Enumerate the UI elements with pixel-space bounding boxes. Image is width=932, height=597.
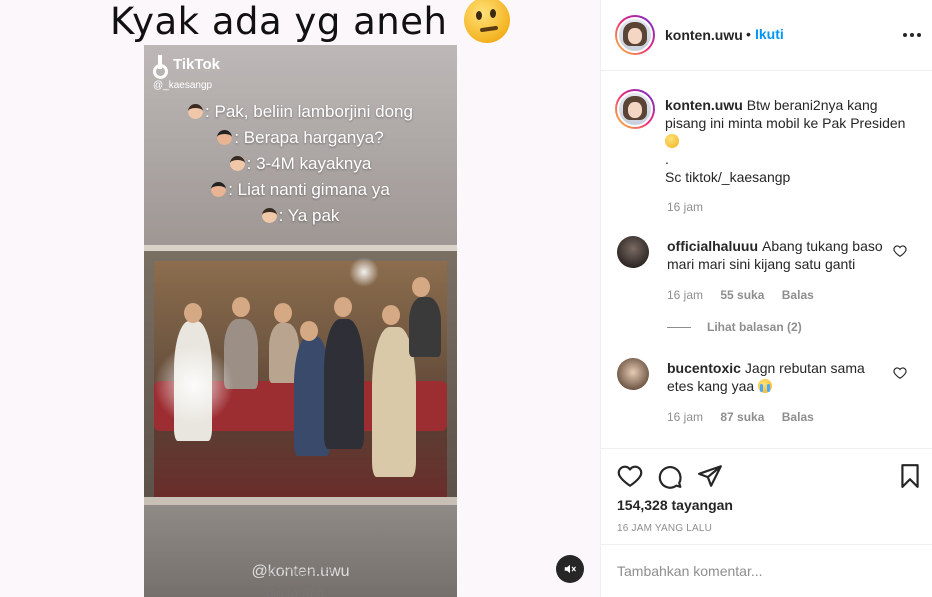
tiktok-logo: TikTok xyxy=(153,55,220,79)
video-dialog: : Pak, beliin lamborjini dong : Berapa h… xyxy=(144,99,457,229)
caption-time[interactable]: 16 jam xyxy=(667,200,703,214)
heart-icon[interactable] xyxy=(893,244,907,258)
author-username[interactable]: konten.uwu xyxy=(665,27,743,43)
add-comment-bar xyxy=(601,544,932,597)
follow-button[interactable]: Ikuti xyxy=(755,26,784,42)
author-avatar[interactable] xyxy=(615,15,655,55)
dialog-line: : Pak, beliin lamborjini dong xyxy=(144,99,457,125)
portrait-head xyxy=(300,321,318,341)
comment-username[interactable]: bucentoxic xyxy=(667,360,741,376)
bookmark-icon[interactable] xyxy=(897,463,923,489)
light-glare xyxy=(154,345,234,425)
caption-dot: . xyxy=(665,151,669,167)
os-activation-subtitle: Go to Sett xyxy=(266,586,325,597)
child-face-icon xyxy=(261,208,277,223)
portrait-head xyxy=(274,303,292,323)
comment-time[interactable]: 16 jam xyxy=(667,410,703,424)
comment-likes[interactable]: 87 suka xyxy=(720,410,764,424)
comment-text: officialhaluuu Abang tukang baso mari mar… xyxy=(667,237,887,273)
comment-meta: 16 jam 87 suka Balas xyxy=(667,410,814,424)
post-header: konten.uwu • Ikuti xyxy=(601,0,932,71)
send-icon[interactable] xyxy=(697,463,723,489)
comment-username[interactable]: officialhaluuu xyxy=(667,238,758,254)
grinning-face-icon xyxy=(665,134,679,148)
portrait-head xyxy=(232,297,250,317)
loudly-crying-face-icon xyxy=(758,379,773,393)
tiktok-logo-text: TikTok xyxy=(173,55,220,73)
reply-button[interactable]: Balas xyxy=(782,288,814,302)
replies-dash xyxy=(667,326,691,328)
child-face-icon xyxy=(188,104,204,119)
reply-button[interactable]: Balas xyxy=(782,410,814,424)
man-face-icon xyxy=(217,130,233,145)
view-replies-label: Lihat balasan (2) xyxy=(707,320,802,334)
speaker-muted-icon xyxy=(564,564,576,574)
caption-avatar[interactable] xyxy=(615,89,655,129)
portrait-head xyxy=(334,297,352,317)
portrait-head xyxy=(412,277,430,297)
dialog-line: : Berapa harganya? xyxy=(144,125,457,151)
dialog-text: : Berapa harganya? xyxy=(234,128,384,147)
dialog-line: : Ya pak xyxy=(144,203,457,229)
caption-username[interactable]: konten.uwu xyxy=(665,97,743,113)
dialog-text: : Liat nanti gimana ya xyxy=(228,180,390,199)
avatar-face xyxy=(628,102,642,118)
comment-avatar[interactable] xyxy=(617,236,649,268)
heart-icon[interactable] xyxy=(893,366,907,380)
overlay-caption: Kyak ada yg aneh xyxy=(110,0,510,47)
child-face-icon xyxy=(229,156,245,171)
comment-text: bucentoxic Jagn rebutan sama etes kang ya… xyxy=(667,359,887,395)
light-glare xyxy=(349,257,379,287)
post-caption: konten.uwu Btw berani2nya kang pisang ini… xyxy=(665,96,919,186)
video-player[interactable]: TikTok @_kaesangp : Pak, beliin lamborji… xyxy=(144,45,457,597)
comment-avatar[interactable] xyxy=(617,358,649,390)
dialog-text: : Ya pak xyxy=(278,206,340,225)
view-replies-button[interactable]: Lihat balasan (2) xyxy=(667,320,802,334)
dialog-line: : Liat nanti gimana ya xyxy=(144,177,457,203)
post-details-panel: konten.uwu • Ikuti konten.uwu Btw berani2… xyxy=(600,0,932,597)
tiktok-handle: @_kaesangp xyxy=(153,80,213,91)
comment-time[interactable]: 16 jam xyxy=(667,288,703,302)
avatar-image xyxy=(617,17,653,53)
comment-likes[interactable]: 55 suka xyxy=(720,288,764,302)
more-horizontal-icon[interactable] xyxy=(903,26,921,44)
post-media[interactable]: Kyak ada yg aneh TikTok @_kaesangp: Pak… xyxy=(0,0,600,597)
overlay-title-text: Kyak ada yg aneh xyxy=(110,0,448,43)
dialog-text: : Pak, beliin lamborjini dong xyxy=(205,102,413,121)
comment-input[interactable] xyxy=(617,563,847,579)
heart-icon[interactable] xyxy=(617,463,643,489)
caption-source: Sc tiktok/_kaesangp xyxy=(665,169,791,185)
comment-icon[interactable] xyxy=(657,463,683,489)
thinking-face-icon xyxy=(463,0,510,43)
avatar-face xyxy=(628,28,642,44)
man-face-icon xyxy=(211,182,227,197)
avatar-image xyxy=(617,91,653,127)
mute-button[interactable] xyxy=(556,555,584,583)
post-timestamp: 16 JAM YANG LALU xyxy=(617,523,713,534)
portrait-head xyxy=(184,303,202,323)
portrait-person xyxy=(409,297,441,357)
tiktok-note-icon xyxy=(153,55,169,79)
dialog-text: : 3-4M kayaknya xyxy=(246,154,372,173)
os-activation-watermark: Activate xyxy=(266,563,334,584)
dialog-line: : 3-4M kayaknya xyxy=(144,151,457,177)
view-count[interactable]: 154,328 tayangan xyxy=(617,497,733,513)
portrait-head xyxy=(382,305,400,325)
header-separator: • xyxy=(746,26,751,42)
post-actions: 154,328 tayangan 16 JAM YANG LALU xyxy=(601,448,932,544)
portrait-person xyxy=(324,319,364,449)
comment-meta: 16 jam 55 suka Balas xyxy=(667,288,814,302)
